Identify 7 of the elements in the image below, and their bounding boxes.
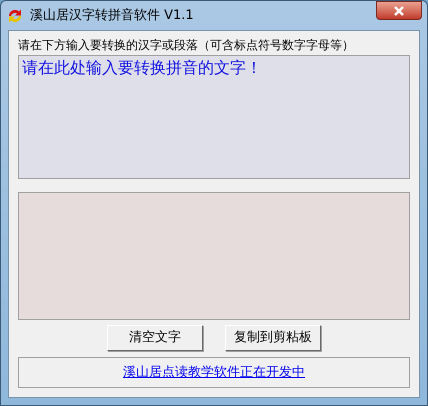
close-icon: [393, 6, 405, 16]
action-button[interactable]: 清空文字: [107, 325, 203, 351]
input-field[interactable]: 请在此处输入要转换拼音的文字！: [18, 55, 410, 179]
close-button[interactable]: [376, 1, 422, 20]
action-button[interactable]: 复制到剪粘板: [225, 325, 321, 351]
instruction-text: 请在下方输入要转换的汉字或段落（可含标点符号数字字母等）: [18, 37, 355, 54]
window-title: 溪山居汉字转拼音软件 V1.1: [30, 6, 194, 25]
